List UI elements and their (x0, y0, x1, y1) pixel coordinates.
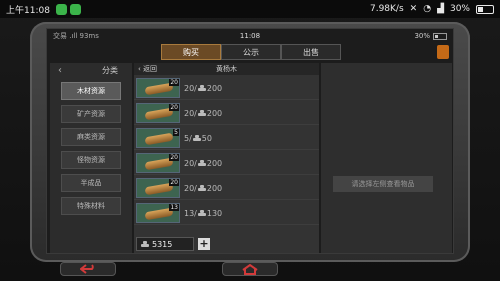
back-nav-button[interactable] (60, 262, 116, 276)
category-header: ‹ 分类 (50, 63, 132, 77)
list-item[interactable]: 20 20/200 (134, 77, 319, 100)
price-text: 13/130 (184, 209, 222, 218)
quantity-text: 20/ (184, 183, 197, 193)
item-qty: 20 (169, 79, 179, 86)
item-thumbnail: 20 (136, 78, 180, 98)
quantity-text: 20/ (184, 83, 197, 93)
coin-icon (197, 110, 206, 116)
mute-icon: ✕ (409, 4, 418, 14)
listing-panel: ‹ 返回 黄杨木 20 20/200 20 20/200 5 5/50 20 2… (134, 63, 319, 253)
trade-panel: 交易 .ıll 93ms 11:08 30% 购买 公示 出售 ‹ 分类 木材资… (46, 28, 454, 254)
item-thumbnail: 20 (136, 178, 180, 198)
price-text: 5/50 (184, 134, 212, 143)
add-currency-button[interactable]: + (198, 238, 210, 250)
wallet: 5315 + (136, 237, 210, 251)
category-ore[interactable]: 矿产资源 (61, 105, 121, 123)
net-speed: 7.98K/s (369, 4, 404, 14)
price-value: 200 (206, 83, 223, 93)
close-button[interactable] (437, 45, 449, 59)
coin-icon (197, 85, 206, 91)
wood-log-icon (144, 132, 174, 146)
wallet-amount: 5315 (152, 239, 173, 249)
price-value: 200 (206, 158, 223, 168)
coin-icon (197, 210, 206, 216)
chevron-left-icon[interactable]: ‹ (58, 65, 62, 76)
quantity-text: 20/ (184, 158, 197, 168)
coin-icon (197, 160, 206, 166)
device-frame: 交易 .ıll 93ms 11:08 30% 购买 公示 出售 ‹ 分类 木材资… (30, 22, 470, 262)
price-text: 20/200 (184, 159, 222, 168)
tab-buy[interactable]: 购买 (161, 44, 221, 60)
coin-icon (192, 135, 201, 141)
home-nav-button[interactable] (222, 262, 278, 276)
list-item[interactable]: 20 20/200 (134, 177, 319, 200)
item-qty: 13 (169, 204, 179, 211)
wallet-balance: 5315 (136, 237, 194, 251)
app-notification-icon (55, 3, 67, 15)
quantity-text: 20/ (184, 108, 197, 118)
tab-public[interactable]: 公示 (221, 44, 281, 60)
list-item[interactable]: 20 20/200 (134, 152, 319, 175)
item-thumbnail: 20 (136, 103, 180, 123)
item-qty: 20 (169, 179, 179, 186)
detail-panel: 请选择左侧查看物品 (321, 63, 452, 253)
list-item[interactable]: 20 20/200 (134, 102, 319, 125)
coin-icon (141, 241, 149, 247)
price-text: 20/200 (184, 184, 222, 193)
listing-header: ‹ 返回 黄杨木 (134, 63, 319, 75)
item-thumbnail: 13 (136, 203, 180, 223)
category-semi-finished[interactable]: 半成品 (61, 174, 121, 192)
tab-sell[interactable]: 出售 (281, 44, 341, 60)
select-item-hint: 请选择左侧查看物品 (333, 176, 433, 192)
category-special[interactable]: 特殊材料 (61, 197, 121, 215)
price-value: 50 (201, 133, 212, 143)
item-title: 黄杨木 (216, 65, 237, 73)
status-time: 上午11:08 (6, 5, 50, 16)
game-clock: 11:08 (239, 32, 261, 40)
game-status-bar: 交易 .ıll 93ms 11:08 30% (47, 29, 453, 43)
list-item[interactable]: 5 5/50 (134, 127, 319, 150)
category-wood[interactable]: 木材资源 (61, 82, 121, 100)
item-thumbnail: 20 (136, 153, 180, 173)
list-item[interactable]: 13 13/130 (134, 202, 319, 225)
return-arrow-icon (80, 264, 94, 274)
price-value: 130 (206, 208, 223, 218)
battery-icon (433, 32, 447, 40)
category-title: 分类 (102, 65, 118, 75)
coin-icon (197, 185, 206, 191)
trade-tabs: 购买 公示 出售 (161, 44, 341, 60)
quantity-text: 5/ (184, 133, 192, 143)
battery-percent: 30% (449, 4, 470, 14)
category-hemp[interactable]: 麻类资源 (61, 128, 121, 146)
quantity-text: 13/ (184, 208, 197, 218)
home-icon (242, 263, 258, 275)
category-monster[interactable]: 怪物资源 (61, 151, 121, 169)
battery-icon (476, 4, 494, 14)
price-text: 20/200 (184, 84, 222, 93)
category-sidebar: ‹ 分类 木材资源 矿产资源 麻类资源 怪物资源 半成品 特殊材料 (50, 63, 132, 253)
wifi-icon: ◔ (423, 4, 432, 14)
price-value: 200 (206, 183, 223, 193)
item-thumbnail: 5 (136, 128, 180, 148)
game-screen: 上午11:08 7.98K/s ✕ ◔ ▟ 30% 交易 .ıll 93ms 1… (0, 0, 500, 281)
price-value: 200 (206, 108, 223, 118)
item-qty: 20 (169, 154, 179, 161)
app-notification-icon (69, 3, 81, 15)
android-status-bar: 上午11:08 7.98K/s ✕ ◔ ▟ 30% (0, 0, 500, 18)
price-text: 20/200 (184, 109, 222, 118)
item-qty: 20 (169, 104, 179, 111)
item-qty: 5 (173, 129, 179, 136)
signal-icon: ▟ (437, 4, 444, 14)
